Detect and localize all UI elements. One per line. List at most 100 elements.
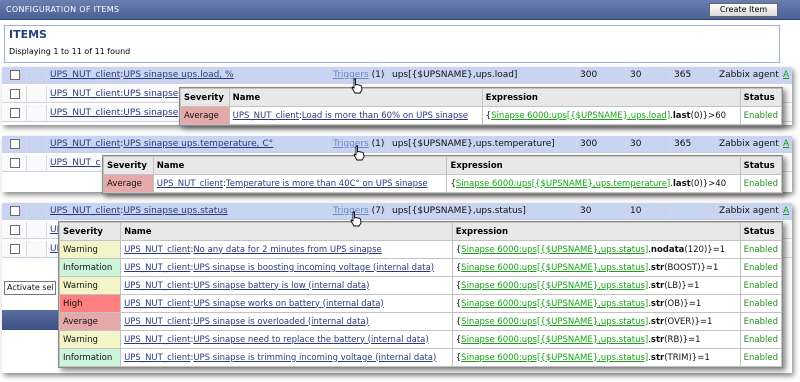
expression-item-link[interactable]: Sinapse 6000:ups[{$UPSNAME},ups.status] <box>461 353 648 363</box>
item-host-link[interactable]: UPS_NUT_client <box>50 139 120 149</box>
item-host-link[interactable]: UPS_NUT_client <box>50 70 120 80</box>
col-status: Status <box>739 88 783 107</box>
severity-badge: Average <box>103 174 154 193</box>
expression-item-link[interactable]: Sinapse 6000:ups[{$UPSNAME},ups.status] <box>461 335 648 345</box>
trigger-status[interactable]: Enabled <box>739 240 783 259</box>
trigger-host-link[interactable]: UPS_NUT_client <box>157 179 223 189</box>
trigger-row: Warning UPS_NUT_client:No any data for 2… <box>58 240 783 259</box>
item-type: Zabbix agent <box>719 70 779 80</box>
trigger-host-link[interactable]: UPS_NUT_client <box>124 317 190 327</box>
expression-item-link[interactable]: Sinapse 6000:ups[{$UPSNAME},ups.temperat… <box>456 179 670 189</box>
row-checkbox[interactable] <box>10 158 20 168</box>
displaying-count: Displaying 1 to 11 of 11 found <box>9 47 131 56</box>
item-interval: 300 <box>580 139 598 149</box>
trigger-name-link[interactable]: UPS sinapse is boosting incoming voltage… <box>193 263 434 273</box>
trigger-status[interactable]: Enabled <box>739 348 783 367</box>
item-name-link[interactable]: UPS_NUT_client:UPS sinapse <box>50 108 178 118</box>
item-name-link[interactable]: UPS_NUT_c <box>50 158 101 168</box>
item-interval: 30 <box>580 206 592 216</box>
trigger-host-link[interactable]: UPS_NUT_client <box>124 299 190 309</box>
trigger-name-link[interactable]: UPS sinapse battery is low (internal dat… <box>193 281 369 291</box>
expression-item-link[interactable]: Sinapse 6000:ups[{$UPSNAME},ups.status] <box>461 245 648 255</box>
item-name-link[interactable]: UPS sinapse ups.temperature, C° <box>123 139 273 149</box>
trigger-host-link[interactable]: UPS_NUT_client <box>124 353 190 363</box>
trigger-name-link[interactable]: UPS sinapse is trimming incoming voltage… <box>193 353 436 363</box>
expression-item-link[interactable]: Sinapse 6000:ups[{$UPSNAME},ups.status] <box>461 263 648 273</box>
item-trends: 365 <box>674 139 692 149</box>
trigger-row: Average UPS_NUT_client:UPS sinapse is ov… <box>58 312 783 331</box>
trigger-row: Average UPS_NUT_client:Temperature is mo… <box>103 174 783 193</box>
row-checkbox[interactable] <box>10 139 20 149</box>
col-name: Name <box>152 156 448 175</box>
trigger-status[interactable]: Enabled <box>739 174 783 193</box>
severity-badge: Information <box>58 348 122 367</box>
trigger-status[interactable]: Enabled <box>739 330 783 349</box>
trigger-name-link[interactable]: UPS sinapse works on battery (internal d… <box>193 299 383 309</box>
trigger-name-link[interactable]: No any data for 2 minutes from UPS sinap… <box>193 245 381 255</box>
col-status: Status <box>739 222 783 241</box>
item-host-link[interactable]: UPS_NUT_client <box>50 206 120 216</box>
col-expression: Expression <box>451 222 741 241</box>
trigger-status[interactable]: Enabled <box>739 312 783 331</box>
hand-cursor-icon <box>350 211 362 227</box>
severity-badge: Information <box>58 258 122 277</box>
trigger-status[interactable]: Enabled <box>739 294 783 313</box>
row-checkbox[interactable] <box>10 206 20 216</box>
expression-item-link[interactable]: Sinapse 6000:ups[{$UPSNAME},ups.status] <box>461 299 648 309</box>
trigger-host-link[interactable]: UPS_NUT_client <box>124 245 190 255</box>
trigger-host-link[interactable]: UPS_NUT_client <box>124 263 190 273</box>
item-name-link[interactable]: UPS_NUT_client:UPS sinapse <box>50 89 178 99</box>
create-item-button[interactable]: Create Item <box>709 3 778 17</box>
row-checkbox[interactable] <box>10 89 20 99</box>
row-checkbox[interactable] <box>10 244 20 254</box>
severity-badge: Average <box>180 106 230 125</box>
item-trends: 365 <box>674 70 692 80</box>
item-status-link[interactable]: A <box>783 70 789 80</box>
trigger-name-link[interactable]: Load is more than 60% on UPS sinapse <box>302 111 468 121</box>
trigger-host-link[interactable]: UPS_NUT_client <box>233 111 299 121</box>
table-row: UPS_NUT_client:UPS sinapse ups.status Tr… <box>2 203 792 220</box>
trigger-name-link[interactable]: UPS sinapse is overloaded (internal data… <box>193 317 369 327</box>
item-type: Zabbix agent <box>719 206 779 216</box>
trigger-row: Warning UPS_NUT_client:UPS sinapse batte… <box>58 276 783 295</box>
item-name-link[interactable]: UPS sinapse ups.status <box>123 206 227 216</box>
triggers-popup: Severity Name Expression Status Average … <box>179 87 783 126</box>
trigger-host-link[interactable]: UPS_NUT_client <box>124 281 190 291</box>
severity-badge: High <box>58 294 122 313</box>
trigger-status[interactable]: Enabled <box>739 106 783 125</box>
expression-item-link[interactable]: Sinapse 6000:ups[{$UPSNAME},ups.status] <box>461 281 648 291</box>
item-interval: 300 <box>580 70 598 80</box>
trigger-row: High UPS_NUT_client:UPS sinapse works on… <box>58 294 783 313</box>
item-key: ups[{$UPSNAME},ups.load] <box>392 70 518 80</box>
severity-badge: Warning <box>58 240 122 259</box>
col-status: Status <box>739 156 783 175</box>
row-checkbox[interactable] <box>10 70 20 80</box>
item-key: ups[{$UPSNAME},ups.status] <box>392 206 526 216</box>
row-checkbox[interactable] <box>10 225 20 235</box>
col-expression: Expression <box>446 156 741 175</box>
hand-cursor-icon <box>353 145 365 161</box>
trigger-status[interactable]: Enabled <box>739 258 783 277</box>
trigger-status[interactable]: Enabled <box>739 276 783 295</box>
item-status-link[interactable]: A <box>783 139 789 149</box>
trigger-name-link[interactable]: UPS sinapse need to replace the battery … <box>193 335 428 345</box>
col-expression: Expression <box>481 88 741 107</box>
triggers-popup: Severity Name Expression Status Average … <box>102 155 783 194</box>
row-checkbox[interactable] <box>10 108 20 118</box>
item-status-link[interactable]: A <box>783 206 789 216</box>
col-name: Name <box>120 222 453 241</box>
page-title: CONFIGURATION OF ITEMS <box>6 5 120 14</box>
item-name-link[interactable]: UPS sinapse ups.load, % <box>123 70 233 80</box>
expression-item-link[interactable]: Sinapse 6000:ups[{$UPSNAME},ups.status] <box>461 317 648 327</box>
col-severity: Severity <box>58 222 122 241</box>
action-select[interactable]: Activate sel <box>4 281 56 295</box>
expression-item-link[interactable]: Sinapse 6000:ups[{$UPSNAME},ups.load] <box>491 111 670 121</box>
item-key: ups[{$UPSNAME},ups.temperature] <box>392 139 555 149</box>
items-heading: ITEMS <box>9 28 47 41</box>
trigger-row: Information UPS_NUT_client:UPS sinapse i… <box>58 348 783 367</box>
trigger-name-link[interactable]: Temperature is more than 40C° on UPS sin… <box>226 179 428 189</box>
severity-badge: Warning <box>58 330 122 349</box>
trigger-host-link[interactable]: UPS_NUT_client <box>124 335 190 345</box>
hand-cursor-icon <box>351 78 363 94</box>
page-header: CONFIGURATION OF ITEMS Create Item <box>0 0 800 20</box>
